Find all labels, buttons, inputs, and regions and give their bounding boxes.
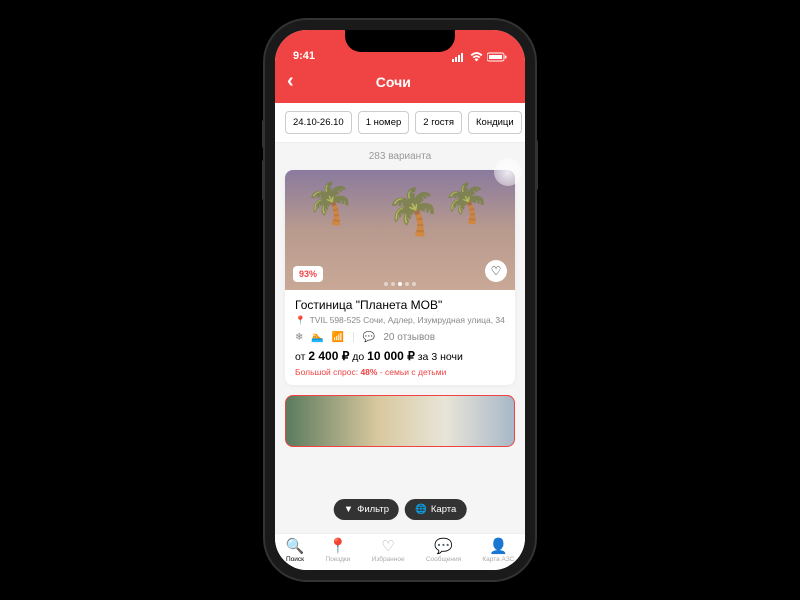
divider: | <box>352 332 355 343</box>
filter-pills: 24.10-26.10 1 номер 2 гостя Кондици <box>275 103 525 143</box>
nights-label: за 3 ночи <box>415 351 463 363</box>
rating-badge: 93% <box>293 266 323 282</box>
wifi-icon <box>470 52 483 62</box>
ac-icon: ❄ <box>295 332 303 343</box>
tab-gas-map[interactable]: 👤 Карта АЗС <box>482 539 514 563</box>
filter-label: Фильтр <box>357 504 389 515</box>
tab-label: Сообщения <box>426 556 461 563</box>
results-scroll[interactable]: 283 варианта 🌴 🌴 🌴 93% ♡ <box>275 143 525 533</box>
amenities-row: ❄ 🏊 📶 | 💬 20 отзывов <box>295 332 505 343</box>
volume-down-button <box>262 160 265 200</box>
page-title: Сочи <box>294 74 493 90</box>
hotel-name: Гостиница "Планета МОВ" <box>295 298 505 312</box>
address-text: TVIL 598-525 Сочи, Адлер, Изумрудная ули… <box>310 315 505 325</box>
filter-button[interactable]: ▼ Фильтр <box>334 499 399 520</box>
tab-search[interactable]: 🔍 Поиск <box>286 539 305 563</box>
notch <box>345 30 455 52</box>
dot <box>405 282 409 286</box>
tab-label: Карта АЗС <box>482 556 514 563</box>
chat-icon: 💬 <box>363 332 375 343</box>
demand-row: Большой спрос: 48% - семьи с детьми <box>295 367 505 377</box>
map-button[interactable]: 🌐 Карта <box>405 499 466 520</box>
hotel-image[interactable]: 🌴 🌴 🌴 93% ♡ <box>285 170 515 290</box>
floating-actions: ▼ Фильтр 🌐 Карта <box>334 499 467 520</box>
demand-pct: 48% <box>360 367 377 377</box>
palm-icon: 🌴 <box>443 182 490 226</box>
pill-dates[interactable]: 24.10-26.10 <box>285 111 352 134</box>
screen: 9:41 ‹ Сочи 24.10-26.10 1 номер 2 гостя … <box>275 30 525 570</box>
palm-icon: 🌴 <box>385 185 441 238</box>
wifi-amenity-icon: 📶 <box>332 332 344 343</box>
palm-icon: 🌴 <box>305 180 355 227</box>
status-indicators <box>452 52 507 62</box>
tab-label: Поездки <box>326 556 351 563</box>
reviews-count: 20 отзывов <box>383 332 435 343</box>
dot <box>384 282 388 286</box>
search-icon: 🔍 <box>286 539 305 554</box>
carousel-dots <box>384 282 416 286</box>
tab-messages[interactable]: 💬 Сообщения <box>426 539 461 563</box>
battery-icon <box>487 52 507 62</box>
results-count: 283 варианта <box>275 143 525 170</box>
demand-suffix: - семьи с детьми <box>377 367 446 377</box>
dot-active <box>398 282 402 286</box>
dot <box>391 282 395 286</box>
pill-guests[interactable]: 2 гостя <box>415 111 462 134</box>
tab-trips[interactable]: 📍 Поездки <box>326 539 351 563</box>
back-icon[interactable]: ‹ <box>287 70 294 93</box>
phone-frame: 9:41 ‹ Сочи 24.10-26.10 1 номер 2 гостя … <box>265 20 535 580</box>
price-from-label: от <box>295 351 308 363</box>
demand-label: Большой спрос: <box>295 367 360 377</box>
header: ‹ Сочи <box>275 64 525 103</box>
hotel-card-body: Гостиница "Планета МОВ" 📍 TVIL 598-525 С… <box>285 290 515 385</box>
status-time: 9:41 <box>293 50 315 62</box>
price-to: 10 000 ₽ <box>367 349 415 363</box>
tab-label: Избранное <box>372 556 405 563</box>
price-row: от 2 400 ₽ до 10 000 ₽ за 3 ночи <box>295 349 505 363</box>
pill-rooms[interactable]: 1 номер <box>358 111 410 134</box>
heart-icon: ♡ <box>381 539 394 554</box>
volume-up-button <box>262 120 265 148</box>
hotel-card[interactable]: 🌴 🌴 🌴 93% ♡ Гостиница "Планета МОВ" <box>285 170 515 385</box>
trips-icon: 📍 <box>329 539 348 554</box>
favorite-icon[interactable]: ♡ <box>485 260 507 282</box>
hotel-card-highlighted[interactable] <box>285 395 515 447</box>
pill-amenity[interactable]: Кондици <box>468 111 522 134</box>
map-label: Карта <box>431 504 456 515</box>
touch-indicator <box>494 158 522 186</box>
hotel-address: 📍 TVIL 598-525 Сочи, Адлер, Изумрудная у… <box>295 315 505 326</box>
globe-icon: 🌐 <box>415 504 427 515</box>
pool-icon: 🏊 <box>311 332 323 343</box>
price-from: 2 400 ₽ <box>308 349 349 363</box>
dot <box>412 282 416 286</box>
power-button <box>535 140 538 190</box>
pin-icon: 📍 <box>295 315 306 326</box>
filter-icon: ▼ <box>344 504 353 515</box>
price-to-label: до <box>349 351 367 363</box>
person-icon: 👤 <box>489 539 508 554</box>
tab-favorites[interactable]: ♡ Избранное <box>372 539 405 563</box>
tab-label: Поиск <box>286 556 304 563</box>
signal-icon <box>452 52 466 62</box>
messages-icon: 💬 <box>434 539 453 554</box>
tab-bar: 🔍 Поиск 📍 Поездки ♡ Избранное 💬 Сообщени… <box>275 533 525 570</box>
